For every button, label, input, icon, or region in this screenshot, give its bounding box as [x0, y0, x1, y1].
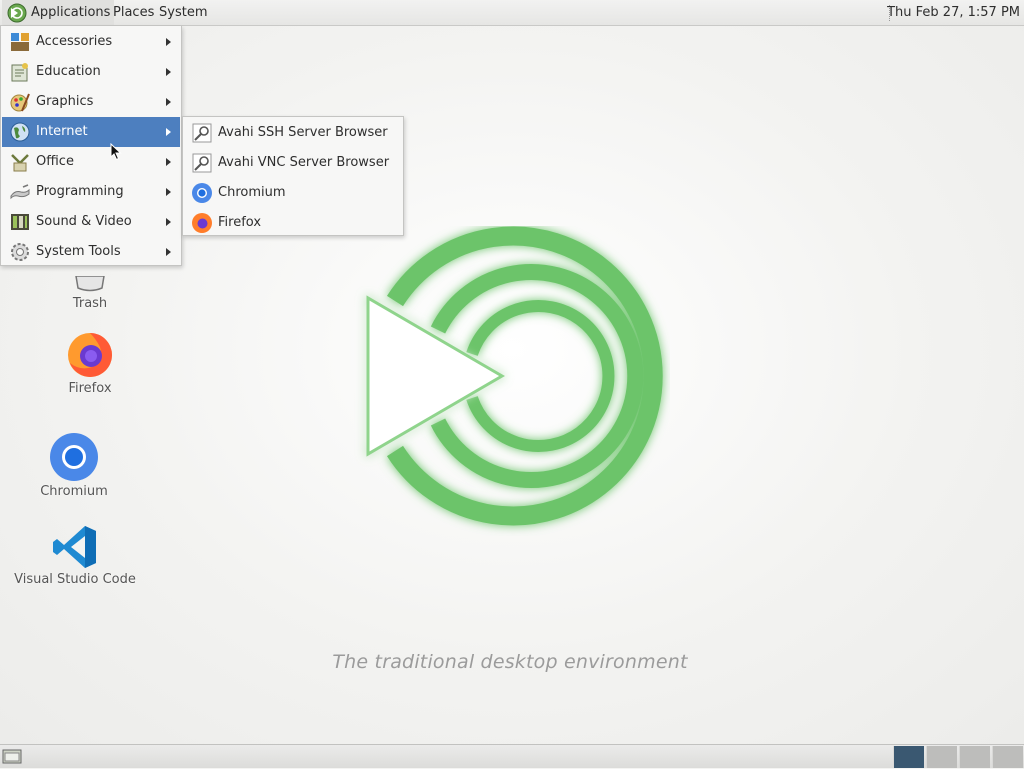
- menu-item-label: Accessories: [36, 34, 113, 49]
- network-search-icon: [191, 152, 213, 174]
- desktop-icon-label: Visual Studio Code: [14, 572, 136, 587]
- submenu-item-chromium[interactable]: Chromium: [184, 178, 402, 208]
- menu-item-label: System Tools: [36, 244, 121, 259]
- system-tools-icon: [9, 241, 31, 263]
- chromium-icon: [49, 432, 99, 482]
- firefox-icon: [66, 331, 114, 379]
- trash-icon: [70, 275, 110, 294]
- applications-menu-button[interactable]: Applications: [2, 0, 115, 25]
- submenu-arrow-icon: [166, 98, 171, 106]
- desktop-icon-vscode[interactable]: Visual Studio Code: [14, 524, 136, 587]
- top-panel: Applications Places System Thu Feb 27, 1…: [0, 0, 1024, 26]
- submenu-arrow-icon: [166, 38, 171, 46]
- menu-item-programming[interactable]: Programming: [2, 177, 180, 207]
- submenu-item-label: Avahi SSH Server Browser: [218, 125, 388, 140]
- bottom-panel: [0, 744, 1024, 768]
- menu-item-label: Education: [36, 64, 101, 79]
- graphics-icon: [9, 91, 31, 113]
- sound-video-icon: [9, 211, 31, 233]
- menu-item-label: Programming: [36, 184, 124, 199]
- mate-logo: [366, 226, 663, 526]
- clock[interactable]: Thu Feb 27, 1:57 PM: [879, 0, 1020, 25]
- firefox-icon: [191, 212, 213, 234]
- system-menu-button[interactable]: System: [154, 0, 212, 25]
- submenu-arrow-icon: [166, 248, 171, 256]
- applications-menu-label: Applications: [31, 5, 111, 20]
- menu-item-education[interactable]: Education: [2, 57, 180, 87]
- submenu-arrow-icon: [166, 68, 171, 76]
- menu-item-label: Office: [36, 154, 74, 169]
- workspace-2[interactable]: [926, 746, 957, 768]
- menu-item-system-tools[interactable]: System Tools: [2, 237, 180, 267]
- submenu-arrow-icon: [166, 128, 171, 136]
- submenu-arrow-icon: [166, 158, 171, 166]
- menu-item-accessories[interactable]: Accessories: [2, 27, 180, 57]
- desktop-icon-label: Trash: [72, 296, 108, 311]
- programming-icon: [9, 181, 31, 203]
- workspace-4[interactable]: [992, 746, 1023, 768]
- internet-icon: [9, 121, 31, 143]
- applications-menu: Accessories Education Graphics Internet …: [0, 26, 182, 266]
- desktop-icon-label: Firefox: [68, 381, 112, 396]
- submenu-item-label: Firefox: [218, 215, 262, 230]
- desktop-icon-label: Chromium: [40, 484, 108, 499]
- menu-item-office[interactable]: Office: [2, 147, 180, 177]
- submenu-item-label: Avahi VNC Server Browser: [218, 155, 390, 170]
- office-icon: [9, 151, 31, 173]
- internet-submenu: Avahi SSH Server Browser Avahi VNC Serve…: [182, 116, 404, 236]
- desktop-icon-chromium[interactable]: Chromium: [32, 432, 116, 499]
- places-menu-button[interactable]: Places: [108, 0, 159, 25]
- vscode-icon: [52, 524, 98, 570]
- chromium-icon: [191, 182, 213, 204]
- submenu-item-avahi-ssh[interactable]: Avahi SSH Server Browser: [184, 118, 402, 148]
- menu-item-graphics[interactable]: Graphics: [2, 87, 180, 117]
- network-search-icon: [191, 122, 213, 144]
- submenu-item-avahi-vnc[interactable]: Avahi VNC Server Browser: [184, 148, 402, 178]
- submenu-arrow-icon: [166, 218, 171, 226]
- menu-item-sound-video[interactable]: Sound & Video: [2, 207, 180, 237]
- mouse-pointer-icon: [110, 143, 122, 161]
- show-desktop-icon[interactable]: [2, 748, 22, 765]
- submenu-item-label: Chromium: [218, 185, 286, 200]
- menu-item-label: Sound & Video: [36, 214, 132, 229]
- desktop-icon-trash[interactable]: Trash: [50, 275, 130, 311]
- education-icon: [9, 61, 31, 83]
- desktop-icon-firefox[interactable]: Firefox: [50, 331, 130, 396]
- menu-item-label: Graphics: [36, 94, 94, 109]
- workspace-1[interactable]: [893, 746, 924, 768]
- workspace-3[interactable]: [959, 746, 990, 768]
- accessories-icon: [9, 31, 31, 53]
- desktop-tagline: The traditional desktop environment: [332, 651, 688, 673]
- mate-logo-icon: [7, 3, 27, 23]
- menu-item-internet[interactable]: Internet: [2, 117, 180, 147]
- submenu-item-firefox[interactable]: Firefox: [184, 208, 402, 238]
- menu-item-label: Internet: [36, 124, 88, 139]
- submenu-arrow-icon: [166, 188, 171, 196]
